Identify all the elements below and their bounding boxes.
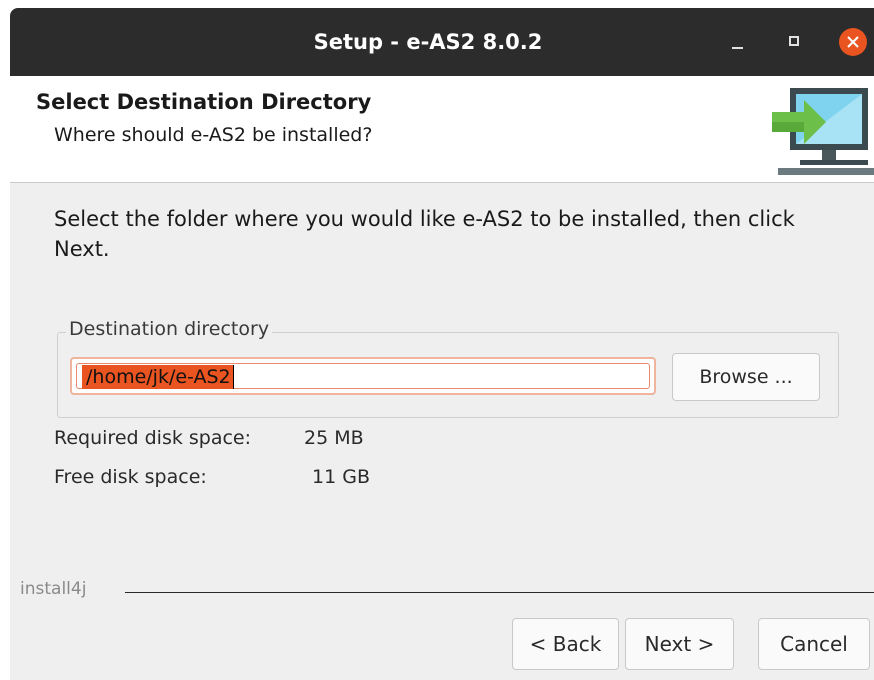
footer-divider xyxy=(125,592,874,593)
free-disk-space: Free disk space: 11 GB xyxy=(54,466,370,488)
free-disk-label: Free disk space: xyxy=(54,466,207,488)
selected-path-text: /home/jk/e-AS2 xyxy=(82,365,233,389)
destination-group: Destination directory /home/jk/e-AS2 Bro… xyxy=(57,318,839,418)
cancel-button[interactable]: Cancel xyxy=(758,618,870,670)
free-disk-value: 11 GB xyxy=(312,466,370,488)
wizard-header: Select Destination Directory Where shoul… xyxy=(10,76,874,183)
next-button[interactable]: Next > xyxy=(625,618,734,670)
text-caret xyxy=(233,365,234,389)
destination-directory-input[interactable]: /home/jk/e-AS2 xyxy=(70,357,656,395)
back-button[interactable]: < Back xyxy=(512,618,619,670)
page-title: Select Destination Directory xyxy=(36,90,372,114)
page-subtitle: Where should e-AS2 be installed? xyxy=(54,124,373,146)
maximize-button[interactable] xyxy=(781,28,809,56)
required-disk-value: 25 MB xyxy=(304,427,364,449)
brand-label: install4j xyxy=(20,579,87,599)
installer-window: Setup - e-AS2 8.0.2 Select Destination D… xyxy=(10,8,874,680)
required-disk-label: Required disk space: xyxy=(54,427,252,449)
destination-legend: Destination directory xyxy=(66,318,273,340)
minimize-button[interactable] xyxy=(723,28,751,56)
intro-text: Select the folder where you would like e… xyxy=(54,207,795,261)
window-title: Setup - e-AS2 8.0.2 xyxy=(313,30,543,54)
close-button[interactable] xyxy=(839,28,867,56)
browse-button[interactable]: Browse ... xyxy=(672,353,820,401)
required-disk-space: Required disk space: 25 MB xyxy=(54,427,364,449)
close-icon xyxy=(847,36,859,48)
install-monitor-icon xyxy=(772,88,874,175)
title-bar[interactable]: Setup - e-AS2 8.0.2 xyxy=(10,8,874,76)
